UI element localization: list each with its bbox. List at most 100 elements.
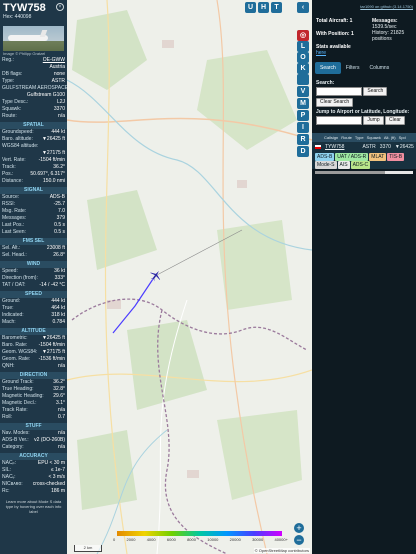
info-row-label: Sel. Head.: bbox=[2, 252, 27, 258]
map-top-button-h[interactable]: H bbox=[258, 2, 269, 13]
altitude-label: 2000 bbox=[126, 537, 136, 542]
hex-id: Hex: 440098 bbox=[3, 14, 32, 20]
altitude-label: 10000 bbox=[207, 537, 219, 542]
table-row[interactable]: TYW758 ASTR 3370 ▼26425 bbox=[312, 142, 416, 152]
history-positions: History: 21825 positions bbox=[372, 30, 405, 42]
info-row-value: 444 kt bbox=[51, 298, 65, 304]
row-squawk: 3370 bbox=[379, 144, 391, 150]
info-row-label: Distance: bbox=[2, 178, 23, 184]
map-attribution[interactable]: © OpenStreetMap contributors bbox=[253, 548, 310, 553]
map-top-button-t[interactable]: T bbox=[271, 2, 282, 13]
map-top-button-u[interactable]: U bbox=[245, 2, 256, 13]
horizontal-scrollbar[interactable] bbox=[315, 171, 413, 174]
tab-columns[interactable]: Columns bbox=[364, 62, 394, 74]
info-row-label: Msg. Rate: bbox=[2, 208, 27, 214]
section-header[interactable]: WIND bbox=[0, 261, 67, 268]
info-row-label: Squawk: bbox=[2, 106, 22, 112]
map-button-2[interactable]: ◎ bbox=[297, 30, 309, 41]
info-row-value: 379 bbox=[56, 215, 65, 221]
stats-link[interactable]: here bbox=[316, 50, 326, 56]
info-row-value: 36 kt bbox=[54, 268, 65, 274]
info-row-value: -1504 ft/min bbox=[38, 342, 65, 348]
map-button-1[interactable]: ‹ bbox=[297, 2, 309, 13]
source-badge: ADS-B bbox=[315, 153, 335, 161]
jump-input[interactable] bbox=[316, 116, 362, 125]
info-row-label: Track: bbox=[2, 164, 16, 170]
tab-search[interactable]: Search bbox=[315, 62, 341, 74]
column-header[interactable]: Alt. (ft) bbox=[384, 135, 396, 140]
info-row: QNH: n/a bbox=[0, 363, 67, 370]
section-header[interactable]: SPATIAL bbox=[0, 122, 67, 129]
info-row-label: Track Rate: bbox=[2, 407, 28, 413]
info-row-label: Ground Track: bbox=[2, 379, 34, 385]
version-link[interactable]: tar1090 on github (3.14.1750) bbox=[312, 0, 416, 10]
clear-button[interactable]: Clear bbox=[385, 116, 405, 125]
info-row-value: -1504 ft/min bbox=[38, 157, 65, 163]
section-header[interactable]: FMS SEL bbox=[0, 238, 67, 245]
source-badge: UAT / ADS-R bbox=[335, 153, 369, 161]
info-row: Reg.: OE-GWW bbox=[0, 57, 67, 64]
column-header[interactable]: Callsign bbox=[324, 135, 338, 140]
info-row-label: Sel. Alt.: bbox=[2, 245, 21, 251]
info-row-label: Source: bbox=[2, 194, 20, 200]
map-button-3[interactable]: L bbox=[297, 41, 309, 52]
info-row-label: Messages: bbox=[2, 215, 27, 221]
map-button-10[interactable]: I bbox=[297, 122, 309, 133]
info-row-label: Rc: bbox=[2, 488, 10, 494]
info-row-value: 318 kt bbox=[51, 312, 65, 318]
zoom-out-button[interactable]: − bbox=[294, 535, 304, 545]
info-row-value: < 3 m/s bbox=[48, 474, 65, 480]
info-row: Rc: 186 m bbox=[0, 488, 67, 495]
column-header[interactable]: Route bbox=[341, 135, 352, 140]
section-header[interactable]: ALTITUDE bbox=[0, 328, 67, 335]
tab-filters[interactable]: Filters bbox=[341, 62, 365, 74]
altitude-color-legend[interactable] bbox=[117, 531, 282, 536]
section-header[interactable]: SIGNAL bbox=[0, 187, 67, 194]
info-row: Nav. Modes: n/a bbox=[0, 430, 67, 437]
aircraft-photo[interactable] bbox=[3, 26, 64, 51]
map-button-6[interactable] bbox=[297, 74, 309, 85]
section-header[interactable]: STUFF bbox=[0, 423, 67, 430]
map[interactable]: UHT ‹ ◎ L O K V M P I R D + − 2 km 0 2000 4000 6000 80… bbox=[67, 0, 312, 554]
section-header[interactable]: DIRECTION bbox=[0, 372, 67, 379]
map-button-8[interactable]: M bbox=[297, 98, 309, 109]
jump-button[interactable]: Jump bbox=[363, 116, 384, 125]
clear-search-button[interactable]: Clear Search bbox=[316, 98, 354, 107]
info-row-label: Last Pos.: bbox=[2, 222, 25, 228]
info-row-label: Direction (from): bbox=[2, 275, 38, 281]
section-header[interactable]: ACCURACY bbox=[0, 453, 67, 460]
info-row-value[interactable]: OE-GWW bbox=[43, 57, 65, 64]
info-row-value: -1536 ft/min bbox=[38, 356, 65, 362]
aircraft-icon[interactable] bbox=[149, 268, 163, 282]
column-header[interactable]: Type bbox=[355, 135, 364, 140]
selected-aircraft-infoblock: TYW758 Hex: 440098 × Image © Philipp Gra… bbox=[0, 0, 67, 554]
map-button-9[interactable]: P bbox=[297, 110, 309, 121]
info-row-label: Speed: bbox=[2, 268, 18, 274]
zoom-in-button[interactable]: + bbox=[294, 523, 304, 533]
row-altitude: ▼26425 bbox=[394, 144, 414, 150]
column-header[interactable]: Squawk bbox=[367, 135, 381, 140]
map-button-5[interactable]: K bbox=[297, 63, 309, 74]
map-tiles bbox=[67, 0, 312, 554]
info-row: RSSI: -25.7 bbox=[0, 201, 67, 208]
section-header[interactable]: SPEED bbox=[0, 291, 67, 298]
map-button-4[interactable]: O bbox=[297, 52, 309, 63]
info-row: Barometric: ▼26425 ft bbox=[0, 335, 67, 342]
total-aircraft: Total Aircraft: 1 bbox=[316, 18, 353, 24]
column-header[interactable]: Spd bbox=[399, 135, 406, 140]
info-row-label: Last Seen: bbox=[2, 229, 26, 235]
map-button-7[interactable]: V bbox=[297, 86, 309, 97]
info-row: Ground Track: 36.2° bbox=[0, 379, 67, 386]
map-button-12[interactable]: D bbox=[297, 146, 309, 157]
search-form: Search: Search Clear Search Jump to Airp… bbox=[316, 80, 413, 125]
info-row-label: NICʙᴀʀᴏ: bbox=[2, 481, 23, 487]
search-button[interactable]: Search bbox=[363, 87, 388, 96]
close-icon[interactable]: × bbox=[56, 3, 64, 11]
info-row-label: GULFSTREAM AEROSPACE bbox=[2, 85, 67, 91]
search-input[interactable] bbox=[316, 87, 362, 96]
source-legend: ADS-B UAT / ADS-R MLAT TIS-B Mode-S AIS ADS-C bbox=[312, 152, 416, 169]
info-row-label: TAT / OAT: bbox=[2, 282, 26, 288]
map-button-11[interactable]: R bbox=[297, 134, 309, 145]
info-row-value: 50.697°, 6.317° bbox=[30, 171, 65, 177]
info-row: Messages: 379 bbox=[0, 215, 67, 222]
